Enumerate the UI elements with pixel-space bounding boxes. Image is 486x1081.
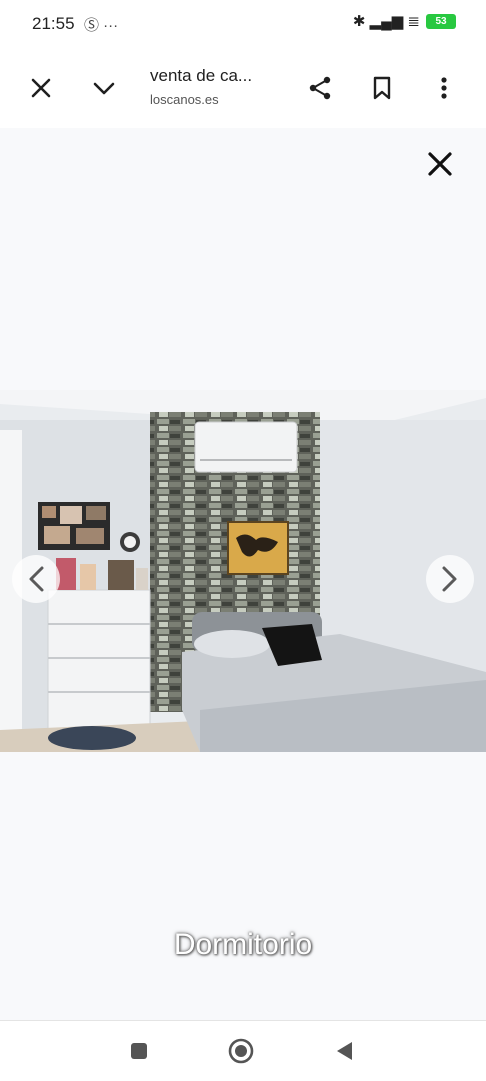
bookmark-icon[interactable] bbox=[362, 68, 402, 108]
chevron-left-icon[interactable] bbox=[12, 555, 60, 603]
more-vert-icon[interactable] bbox=[424, 68, 464, 108]
status-bar: 21:55 Ⓢ ··· ✱ ▂▄▆ ≣ 53 bbox=[0, 0, 486, 48]
home-circle-icon[interactable] bbox=[225, 1035, 257, 1067]
browser-toolbar: venta de ca... loscanos.es bbox=[0, 48, 486, 128]
system-navigation-bar bbox=[0, 1020, 486, 1081]
image-viewer: Dormitorio bbox=[0, 128, 486, 1020]
image-caption: Dormitorio bbox=[173, 928, 313, 961]
close-icon[interactable] bbox=[21, 68, 61, 108]
signal-wifi-icons: ✱ ▂▄▆ ≣ bbox=[352, 13, 420, 30]
page-title: venta de ca... bbox=[150, 66, 253, 85]
close-icon[interactable] bbox=[420, 144, 460, 184]
chevron-right-icon[interactable] bbox=[426, 555, 474, 603]
page-title-block[interactable]: venta de ca... loscanos.es bbox=[150, 66, 290, 107]
notification-icons: Ⓢ ··· bbox=[84, 17, 119, 34]
chevron-down-icon[interactable] bbox=[84, 68, 124, 108]
status-time: 21:55 bbox=[32, 14, 75, 33]
bedroom-photo[interactable] bbox=[0, 390, 486, 752]
bedroom-photo-drawing bbox=[0, 390, 486, 752]
battery-icon: 53 bbox=[426, 13, 456, 29]
share-icon[interactable] bbox=[300, 68, 340, 108]
recents-square-icon[interactable] bbox=[123, 1035, 155, 1067]
page-url: loscanos.es bbox=[150, 92, 219, 107]
back-triangle-icon[interactable] bbox=[328, 1035, 360, 1067]
status-right-icons: ✱ ▂▄▆ ≣ 53 bbox=[353, 12, 456, 30]
